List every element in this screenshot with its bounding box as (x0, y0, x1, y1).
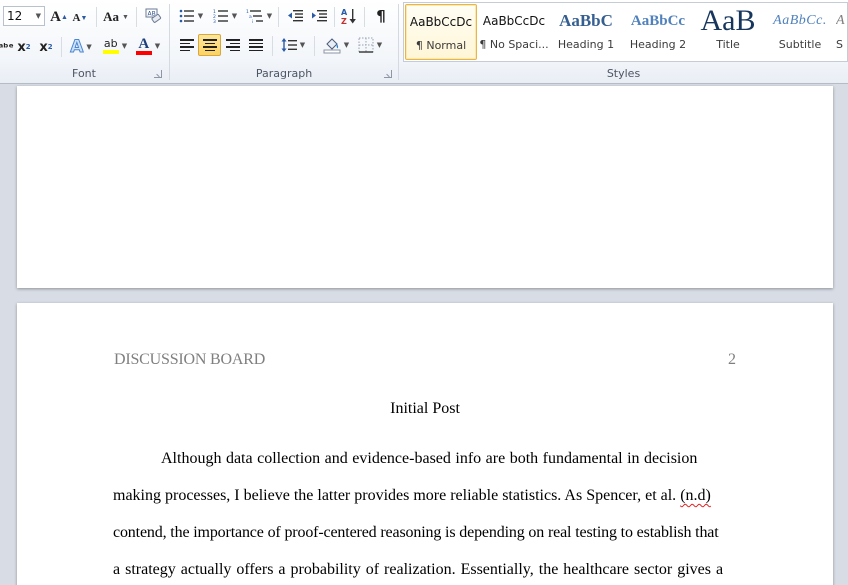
change-case-button[interactable]: Aa ▼ (102, 6, 130, 28)
align-left-icon (180, 39, 194, 51)
clear-formatting-icon: AB (145, 8, 162, 23)
shrink-font-button[interactable]: A ▼ (72, 7, 88, 29)
svg-text:Z: Z (341, 17, 347, 25)
font-color-swatch (135, 51, 152, 55)
divider (334, 7, 335, 27)
text-effects-button[interactable]: A ▼ (67, 36, 95, 58)
chevron-down-icon: ▼ (299, 41, 306, 49)
strikethrough-button[interactable]: ᵃᵇᵉ (0, 36, 14, 58)
multilevel-list-button[interactable]: 1 a i ▼ (244, 5, 274, 27)
decrease-indent-button[interactable] (284, 5, 306, 27)
superscript-button[interactable]: x2 (36, 36, 56, 58)
style-normal[interactable]: AaBbCcDc ¶ Normal (405, 4, 477, 60)
font-size-value: 12 (7, 9, 23, 23)
justify-icon (249, 39, 263, 51)
chevron-down-icon: ▼ (376, 41, 383, 49)
chevron-down-icon[interactable]: ▼ (36, 12, 41, 20)
align-left-button[interactable] (176, 34, 198, 56)
divider (278, 7, 279, 27)
body-text-line: making processes, I believe the latter p… (113, 487, 711, 504)
font-group: 12 ▼ A ▲ A ▼ Aa ▼ AB ᵃᵇᵉ x2 x2 A ▼ ab ▼ … (0, 0, 168, 84)
bullets-button[interactable]: ▼ (176, 5, 206, 27)
borders-icon (358, 37, 374, 53)
style-subtle-emphasis[interactable]: A S (836, 4, 848, 60)
numbering-button[interactable]: 1 2 3 ▼ (210, 5, 240, 27)
body-text-line: a strategy actually offers a probability… (113, 561, 724, 578)
spelling-error[interactable]: (n.d) (680, 487, 711, 504)
font-group-label: Font (72, 67, 96, 80)
divider (314, 36, 315, 56)
highlight-button[interactable]: ab ▼ (99, 35, 131, 57)
style-subtitle[interactable]: AaBbCc. Subtitle (764, 4, 836, 60)
align-right-icon (226, 39, 240, 51)
shading-icon (323, 38, 341, 54)
highlight-color-swatch (102, 50, 119, 54)
divider (61, 37, 62, 57)
chevron-down-icon: ▼ (121, 13, 129, 21)
divider (364, 7, 365, 27)
document-page-2[interactable]: DISCUSSION BOARD 2 Initial Post Although… (17, 303, 833, 585)
body-text-line: contend, the importance of proof-centere… (113, 524, 719, 541)
decrease-indent-icon (288, 10, 303, 22)
font-dialog-launcher[interactable] (154, 70, 162, 78)
svg-text:i: i (252, 19, 253, 23)
style-heading-1[interactable]: AaBbC Heading 1 (550, 4, 622, 60)
subscript-button[interactable]: x2 (14, 36, 34, 58)
styles-group-label: Styles (606, 67, 641, 80)
svg-text:3: 3 (213, 19, 216, 23)
align-center-icon (202, 39, 217, 51)
page-number: 2 (728, 351, 736, 368)
shading-button[interactable]: ▼ (320, 34, 352, 56)
multilevel-list-icon: 1 a i (246, 9, 263, 23)
divider (272, 36, 273, 56)
style-title[interactable]: AaB Title (692, 4, 764, 60)
style-no-spacing[interactable]: AaBbCcDc ¶ No Spaci... (478, 4, 550, 60)
paragraph-group-label: Paragraph (255, 67, 313, 80)
borders-button[interactable]: ▼ (354, 34, 386, 56)
bullets-icon (179, 9, 194, 23)
line-spacing-button[interactable]: ▼ (278, 34, 308, 56)
numbering-icon: 1 2 3 (213, 9, 228, 23)
document-page-1[interactable] (17, 86, 833, 288)
sort-icon: A Z (341, 8, 356, 25)
font-color-button[interactable]: A ▼ (133, 35, 163, 57)
styles-gallery: AaBbCcDc ¶ Normal AaBbCcDc ¶ No Spaci...… (403, 2, 848, 62)
chevron-down-icon: ▼ (121, 42, 128, 50)
document-heading: Initial Post (390, 400, 460, 417)
chevron-down-icon: ▼ (343, 41, 350, 49)
style-heading-2[interactable]: AaBbCc Heading 2 (622, 4, 694, 60)
paragraph-group: ▼ 1 2 3 ▼ 1 a i ▼ A Z ¶ ▼ ▼ ▼ Paragraph (170, 0, 398, 84)
divider (96, 7, 97, 27)
chevron-down-icon: ▼ (266, 12, 273, 20)
clear-formatting-button[interactable]: AB (142, 5, 164, 27)
increase-indent-button[interactable] (308, 5, 330, 27)
align-right-button[interactable] (222, 34, 244, 56)
divider (136, 7, 137, 27)
chevron-down-icon: ▼ (86, 43, 92, 51)
page-header-title: DISCUSSION BOARD (114, 351, 266, 368)
increase-indent-icon (312, 10, 327, 22)
justify-button[interactable] (245, 34, 267, 56)
paragraph-dialog-launcher[interactable] (384, 70, 392, 78)
align-center-button[interactable] (198, 34, 221, 56)
chevron-down-icon: ▼ (231, 12, 238, 20)
grow-font-button[interactable]: A ▲ (50, 6, 68, 28)
body-text-line: Although data collection and evidence-ba… (161, 450, 698, 467)
chevron-down-icon: ▼ (197, 12, 204, 20)
sort-button[interactable]: A Z (338, 5, 360, 27)
ribbon: 12 ▼ A ▲ A ▼ Aa ▼ AB ᵃᵇᵉ x2 x2 A ▼ ab ▼ … (0, 0, 848, 84)
chevron-down-icon: ▼ (154, 42, 161, 50)
svg-text:A: A (341, 8, 348, 17)
line-spacing-icon (281, 38, 297, 52)
font-size-box[interactable]: 12 ▼ (3, 6, 45, 26)
show-formatting-marks-button[interactable]: ¶ (370, 5, 392, 27)
